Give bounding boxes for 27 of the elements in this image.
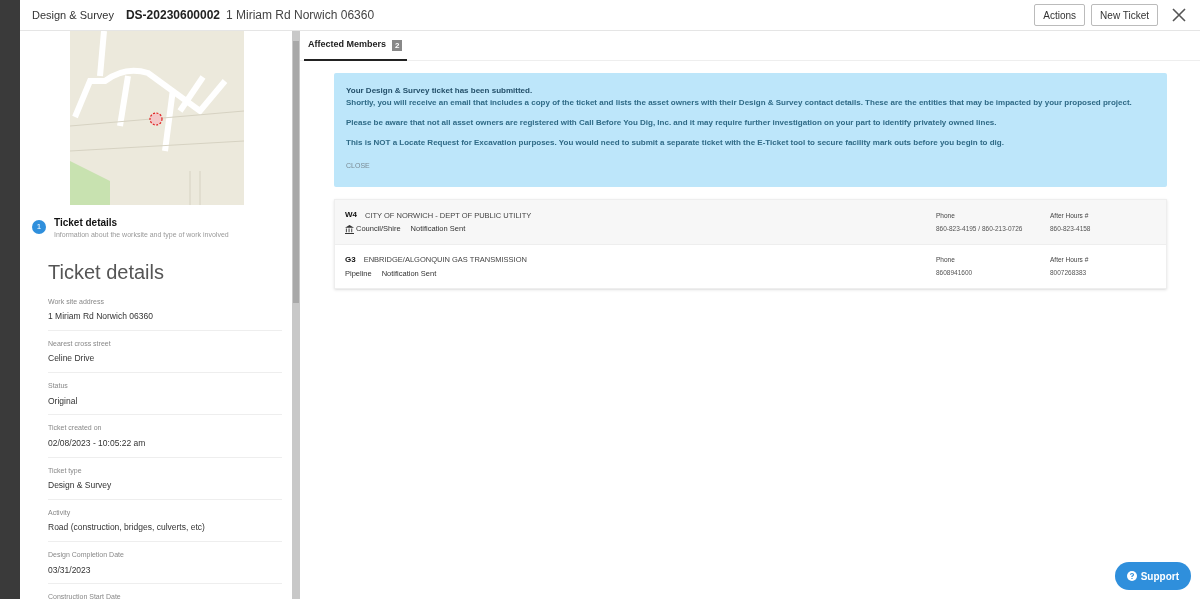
ticket-id: DS-20230600002 [125,7,220,24]
header-button[interactable]: Actions [1034,4,1086,26]
alert-title: Your Design & Survey ticket has been submitted. [346,85,534,97]
building-icon [345,224,354,234]
member-code: G3 [345,253,356,266]
alert-message: Shortly, you will receive an email that includes a copy of the ticket and lists the asset owners with their Design & Survey contact details. These are the entities that may be impacted by your proposed project. [346,97,1133,109]
alert-message: This is NOT a Locate Request for Excavation purposes. You would need to submit a separate ticket with the E-Ticket tool to secure facility mark outs before you begin to dig. [346,137,1005,149]
field-value: Road (construction, bridges, culverts, etc) [48,521,206,534]
header-button[interactable]: New Ticket [1091,4,1158,26]
field-value: Original [48,394,79,408]
step-number: 1 [32,220,46,234]
alert-message: Please be aware that not all asset owners are registered with Call Before You Dig, Inc. and it may require further investigation on your part to identify privately owned lines. [346,117,998,129]
step-title: Ticket details [54,216,119,230]
member-code: W4 [345,209,357,222]
ticket-address: 1 Miriam Rd Norwich 06360 [226,7,375,24]
tab[interactable]: Affected Members 2 [304,31,407,61]
field-value: 1 Miriam Rd Norwich 06360 [48,310,154,323]
field-value: 02/08/2023 - 10:05:22 am [48,436,147,450]
scrollbar-thumb[interactable] [293,41,299,303]
close-icon[interactable] [1172,8,1186,22]
field-value: Design & Survey [48,479,113,492]
help-icon [1126,571,1137,581]
count-badge: 2 [392,39,403,51]
field-value: 03/31/2023 [48,563,92,577]
breadcrumb-category: Design & Survey [32,7,114,23]
field-value: Celine Drive [48,352,96,365]
section-heading: Ticket details [48,259,165,285]
